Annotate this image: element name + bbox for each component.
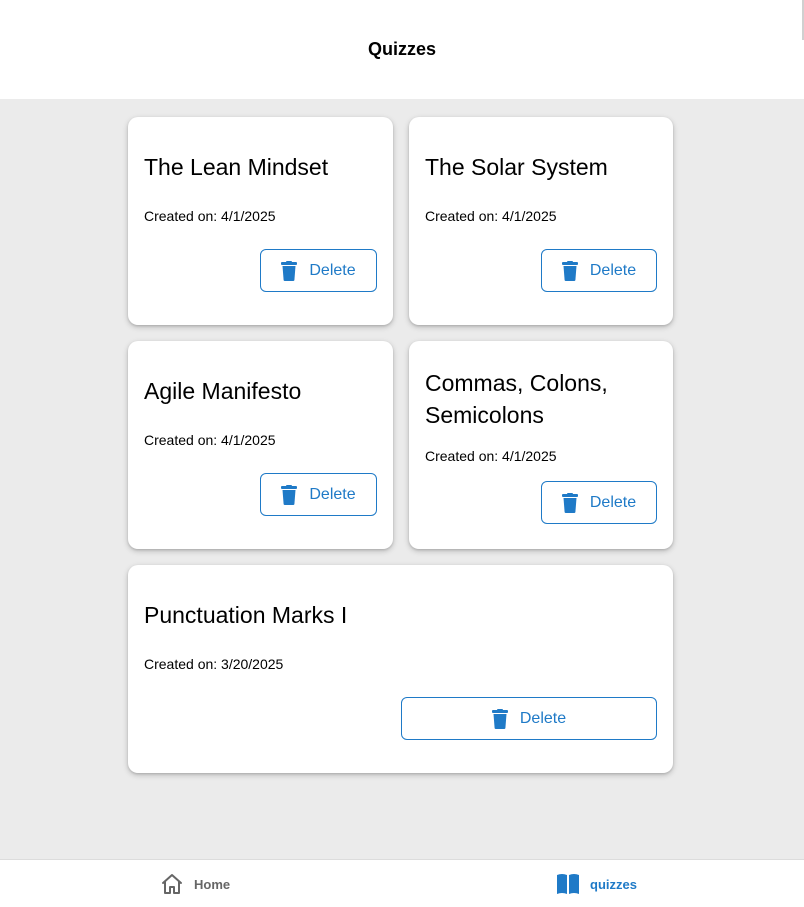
delete-quiz-button[interactable]: Delete xyxy=(260,473,377,516)
tab-home[interactable]: Home xyxy=(160,860,230,907)
quiz-title: The Lean Mindset xyxy=(144,154,329,180)
book-open-icon xyxy=(556,873,580,895)
trash-icon xyxy=(281,484,298,505)
header-bar: Quizzes xyxy=(0,0,804,99)
trash-icon xyxy=(561,492,578,513)
delete-label: Delete xyxy=(309,261,356,279)
quiz-title: The Solar System xyxy=(425,154,608,180)
trash-icon xyxy=(561,260,578,281)
delete-quiz-button[interactable]: Delete xyxy=(401,697,657,740)
quiz-title: Commas, Colons, Semicolons xyxy=(425,370,608,428)
tab-home-label: Home xyxy=(194,876,231,892)
quiz-created-date: Created on: 3/20/2025 xyxy=(144,656,284,672)
quiz-created-date: Created on: 4/1/2025 xyxy=(144,208,276,224)
page-title: Quizzes xyxy=(367,39,437,59)
home-icon xyxy=(160,872,184,896)
quiz-list: The Lean Mindset Created on: 4/1/2025 De… xyxy=(0,99,804,859)
quiz-created-date: Created on: 4/1/2025 xyxy=(425,448,557,464)
quiz-card: Commas, Colons, Semicolons Created on: 4… xyxy=(409,341,673,549)
quiz-card: Agile Manifesto Created on: 4/1/2025 Del… xyxy=(128,341,393,549)
bottom-tab-bar: Home quizzes xyxy=(0,859,804,907)
quiz-created-date: Created on: 4/1/2025 xyxy=(425,208,557,224)
quiz-created-date: Created on: 4/1/2025 xyxy=(144,432,276,448)
delete-quiz-button[interactable]: Delete xyxy=(541,249,657,292)
delete-label: Delete xyxy=(519,709,567,727)
trash-icon xyxy=(491,708,508,729)
delete-quiz-button[interactable]: Delete xyxy=(541,481,657,524)
quiz-title: Agile Manifesto xyxy=(144,378,302,404)
quiz-card: The Solar System Created on: 4/1/2025 De… xyxy=(409,117,673,325)
quiz-title: Punctuation Marks I xyxy=(144,602,348,628)
tab-quizzes-label: quizzes xyxy=(590,876,637,892)
delete-label: Delete xyxy=(309,485,356,503)
quiz-card: The Lean Mindset Created on: 4/1/2025 De… xyxy=(128,117,393,325)
delete-quiz-button[interactable]: Delete xyxy=(260,249,377,292)
trash-icon xyxy=(281,260,298,281)
delete-label: Delete xyxy=(589,261,637,279)
tab-quizzes[interactable]: quizzes xyxy=(556,860,637,907)
quiz-card: Punctuation Marks I Created on: 3/20/202… xyxy=(128,565,673,773)
delete-label: Delete xyxy=(589,493,637,511)
app-root: Quizzes The Lean Mindset Created on: 4/1… xyxy=(0,0,804,907)
